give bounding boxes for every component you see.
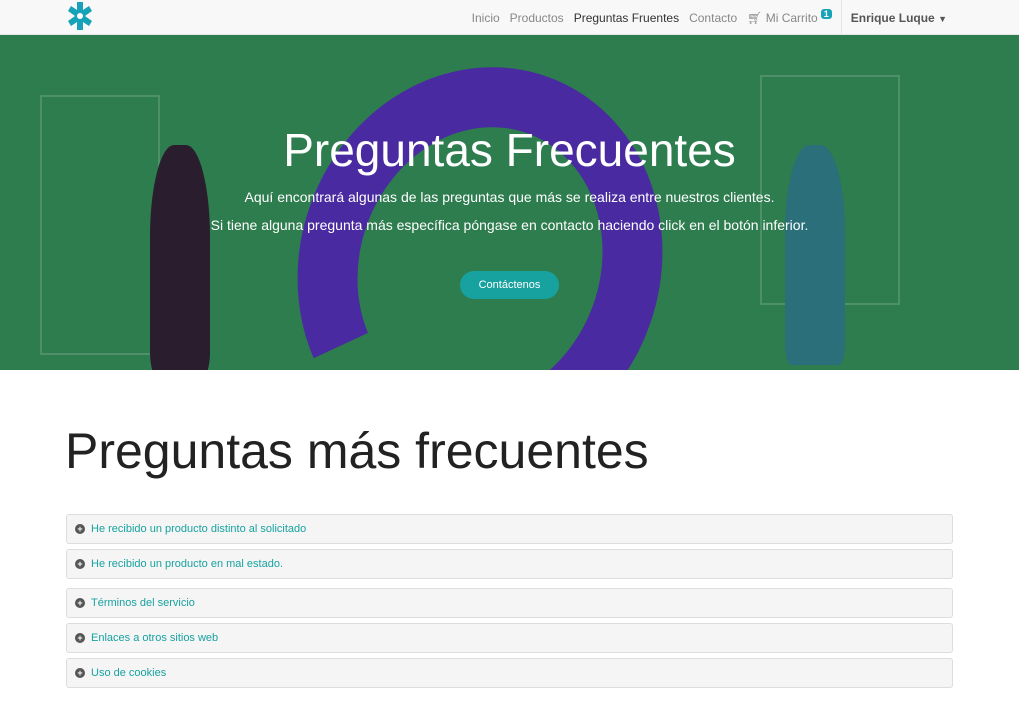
medical-logo-icon[interactable] — [66, 2, 94, 30]
cart-icon: 🛒︎ — [747, 10, 763, 25]
navbar: Inicio Productos Preguntas Fruentes Cont… — [0, 0, 1019, 35]
person-illustration — [150, 145, 210, 370]
divider — [840, 0, 842, 35]
cart-badge: 1 — [820, 8, 832, 19]
nav-productos[interactable]: Productos — [510, 11, 564, 25]
nav-inicio[interactable]: Inicio — [472, 11, 500, 25]
faq-accordion: + He recibido un producto distinto al sol… — [66, 514, 953, 688]
section-title: Preguntas más frecuentes — [65, 423, 649, 479]
plus-circle-icon: + — [75, 668, 85, 678]
user-menu[interactable]: Enrique Luque ▼ — [851, 11, 947, 25]
hero-title: Preguntas Frecuentes — [283, 124, 736, 176]
faq-item[interactable]: + Enlaces a otros sitios web — [66, 623, 953, 653]
faq-label: Uso de cookies — [91, 667, 167, 679]
faq-label: He recibido un producto en mal estado. — [91, 558, 284, 570]
plus-circle-icon: + — [75, 633, 85, 643]
cart-label: Mi Carrito — [765, 10, 818, 25]
faq-label: Enlaces a otros sitios web — [91, 632, 219, 644]
hero-text-2: Si tiene alguna pregunta más específica … — [210, 217, 809, 233]
hero-text-1: Aquí encontrará algunas de las preguntas… — [244, 189, 775, 205]
faq-item[interactable]: + Términos del servicio — [66, 588, 953, 618]
hero-banner: Preguntas Frecuentes Aquí encontrará alg… — [0, 35, 1019, 370]
contact-button[interactable]: Contáctenos — [459, 271, 560, 299]
faq-item[interactable]: + He recibido un producto en mal estado. — [66, 549, 953, 579]
faq-item[interactable]: + Uso de cookies — [66, 658, 953, 688]
nav-preguntas[interactable]: Preguntas Fruentes — [574, 11, 679, 25]
user-name: Enrique Luque — [850, 10, 935, 25]
caret-down-icon: ▼ — [938, 13, 947, 24]
faq-item[interactable]: + He recibido un producto distinto al sol… — [66, 514, 953, 544]
plus-circle-icon: + — [75, 598, 85, 608]
faq-label: He recibido un producto distinto al soli… — [91, 523, 307, 535]
person-illustration — [785, 145, 845, 365]
plus-circle-icon: + — [75, 559, 85, 569]
plus-circle-icon: + — [75, 524, 85, 534]
nav-cart[interactable]: 🛒︎ Mi Carrito 1 — [747, 8, 832, 25]
nav-contacto[interactable]: Contacto — [689, 11, 737, 25]
faq-label: Términos del servicio — [91, 597, 195, 609]
